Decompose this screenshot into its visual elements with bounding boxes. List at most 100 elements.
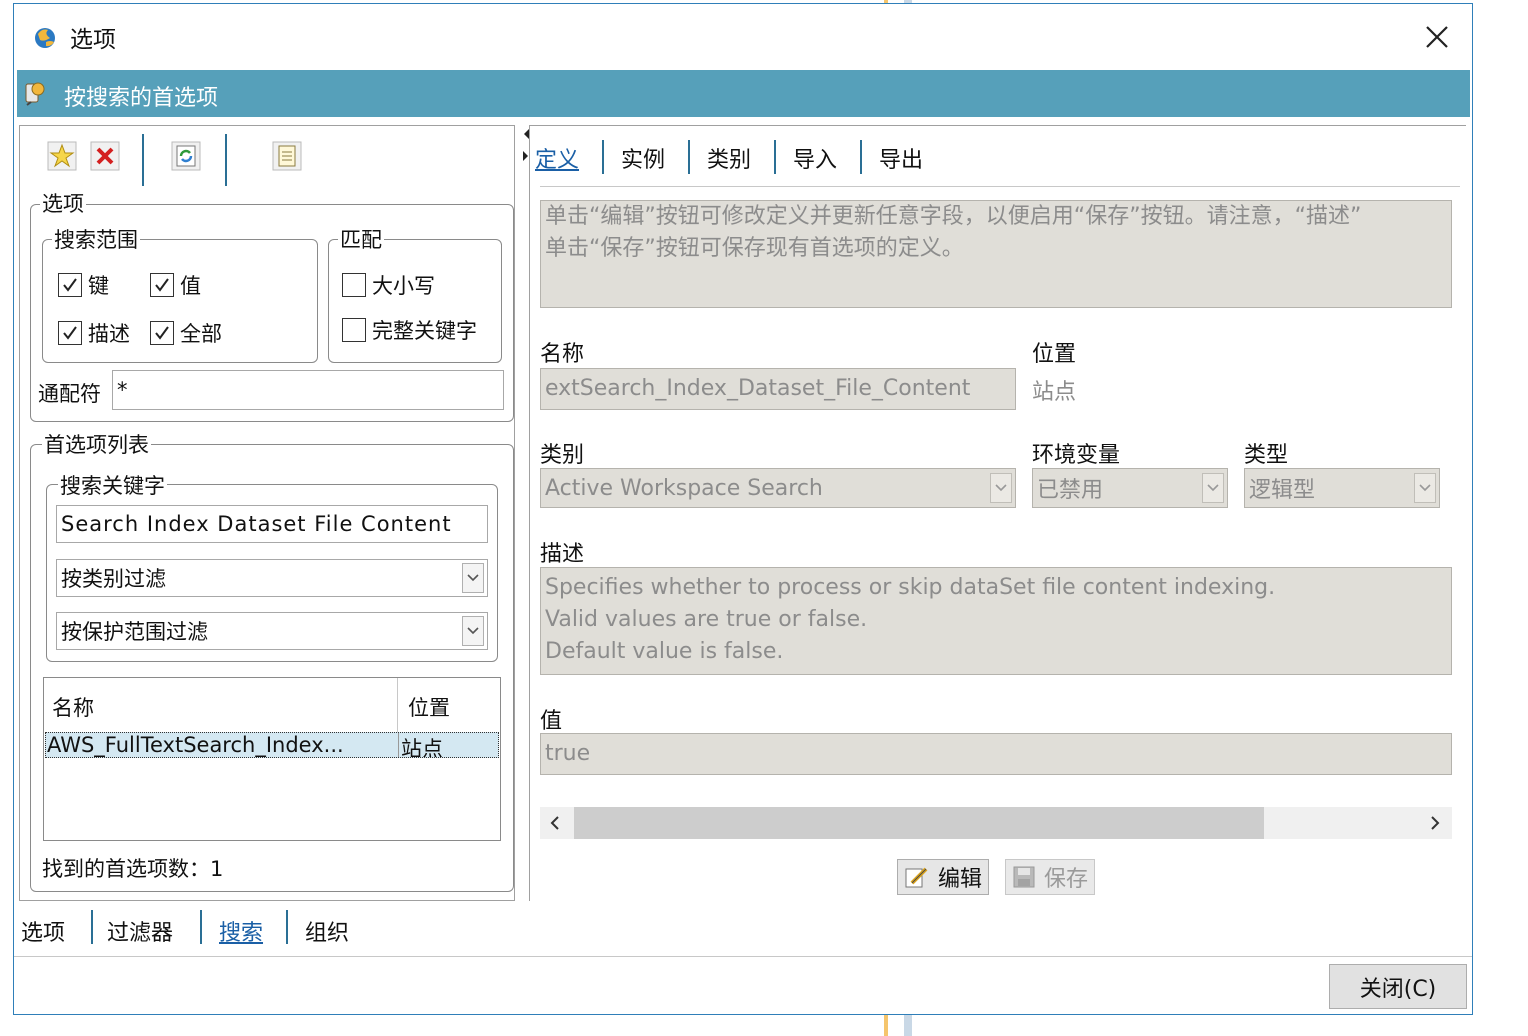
value-field[interactable]: true <box>540 733 1452 775</box>
chevron-down-icon <box>467 574 479 582</box>
scroll-right-icon[interactable] <box>1428 815 1442 831</box>
location-label: 位置 <box>1032 342 1077 367</box>
category-dropdown-button[interactable] <box>990 473 1012 503</box>
edit-button-label: 编辑 <box>938 867 983 892</box>
info-line: 单击“编辑”按钮可修改定义并更新任意字段，以便启用“保存”按钮。请注意，“描述” <box>545 204 1362 229</box>
scroll-left-icon[interactable] <box>548 815 562 831</box>
match-whole-word-checkbox[interactable]: 完整关键字 <box>342 315 477 345</box>
protection-filter-dropdown-button[interactable] <box>462 616 484 646</box>
scope-all-checkbox[interactable]: 全部 <box>150 318 222 348</box>
env-var-label: 环境变量 <box>1032 443 1121 468</box>
env-var-select[interactable]: 已禁用 <box>1032 468 1228 508</box>
protection-filter-select[interactable]: 按保护范围过滤 <box>56 612 488 650</box>
env-var-dropdown-button[interactable] <box>1202 473 1224 503</box>
category-filter-dropdown-button[interactable] <box>462 563 484 593</box>
tab-search[interactable]: 搜索 <box>219 915 263 947</box>
tab-options[interactable]: 选项 <box>21 915 65 947</box>
check-icon <box>63 278 77 292</box>
chevron-down-icon <box>467 627 479 635</box>
scope-all-label: 全部 <box>180 322 222 346</box>
description-line: Valid values are true or false. <box>545 607 868 632</box>
delete-x-icon <box>90 141 120 171</box>
checkbox-box <box>342 318 366 342</box>
wildcard-input[interactable]: * <box>112 370 504 410</box>
env-var-value: 已禁用 <box>1037 478 1104 503</box>
type-label: 类型 <box>1244 443 1289 468</box>
table-row[interactable]: AWS_FullTextSearch_Index... 站点 <box>45 732 499 758</box>
options-group-legend: 选项 <box>40 192 86 216</box>
tab-separator <box>91 910 93 944</box>
tab-filters[interactable]: 过滤器 <box>107 915 173 947</box>
scope-key-checkbox[interactable]: 键 <box>58 270 109 300</box>
name-label: 名称 <box>540 342 585 367</box>
row-location-cell: 站点 <box>398 733 443 757</box>
tab-separator <box>688 140 690 174</box>
new-star-icon <box>47 141 77 171</box>
tab-separator <box>200 910 202 944</box>
chevron-down-icon <box>995 484 1007 492</box>
category-filter-value: 按类别过滤 <box>61 567 166 591</box>
location-value: 站点 <box>1032 380 1077 405</box>
scrollbar-thumb[interactable] <box>574 807 1264 839</box>
column-divider <box>397 678 398 732</box>
refresh-button[interactable] <box>169 140 203 172</box>
checkbox-box <box>58 321 82 345</box>
scope-key-label: 键 <box>88 274 109 298</box>
checkbox-box <box>150 273 174 297</box>
column-header-location[interactable]: 位置 <box>408 692 450 722</box>
category-select[interactable]: Active Workspace Search <box>540 468 1016 508</box>
name-field[interactable]: extSearch_Index_Dataset_File_Content <box>540 368 1016 410</box>
chevron-down-icon <box>1207 484 1219 492</box>
window-title: 选项 <box>70 27 116 53</box>
toolbar-separator <box>142 134 144 186</box>
close-icon[interactable] <box>1414 16 1458 56</box>
save-button[interactable]: 保存 <box>1005 859 1096 895</box>
refresh-icon <box>171 141 201 171</box>
type-dropdown-button[interactable] <box>1414 473 1436 503</box>
edit-button[interactable]: 编辑 <box>897 859 990 895</box>
tab-organization[interactable]: 组织 <box>305 915 349 947</box>
search-scope-legend: 搜索范围 <box>52 228 140 252</box>
toolbar-separator <box>225 134 227 186</box>
header-title: 按搜索的首选项 <box>64 86 219 111</box>
scope-description-checkbox[interactable]: 描述 <box>58 318 130 348</box>
category-filter-select[interactable]: 按类别过滤 <box>56 559 488 597</box>
type-select[interactable]: 逻辑型 <box>1244 468 1440 508</box>
tab-separator <box>602 140 604 174</box>
tab-strip-line <box>540 186 1460 187</box>
right-panel: 定义 实例 类别 导入 导出 单击“编辑”按钮可修改定义并更新任意字段，以便启用… <box>529 125 1466 901</box>
value-label: 值 <box>540 709 563 734</box>
match-case-label: 大小写 <box>372 274 435 298</box>
description-line: Specifies whether to process or skip dat… <box>545 575 1276 600</box>
search-preferences-icon <box>25 82 45 106</box>
category-label: 类别 <box>540 443 585 468</box>
description-field[interactable]: Specifies whether to process or skip dat… <box>540 567 1452 675</box>
category-value: Active Workspace Search <box>545 475 823 501</box>
new-preference-button[interactable] <box>45 140 79 172</box>
column-header-name[interactable]: 名称 <box>52 692 94 722</box>
search-keyword-input[interactable]: Search Index Dataset File Content <box>56 505 488 543</box>
protection-filter-value: 按保护范围过滤 <box>61 620 208 644</box>
tab-category[interactable]: 类别 <box>707 142 751 174</box>
tab-instances[interactable]: 实例 <box>621 142 665 174</box>
match-legend: 匹配 <box>338 228 384 252</box>
tab-definition[interactable]: 定义 <box>535 142 579 174</box>
save-disk-icon <box>1013 866 1035 888</box>
tab-export[interactable]: 导出 <box>879 142 923 174</box>
checkbox-box <box>342 273 366 297</box>
left-panel: 选项 搜索范围 键 值 描述 全部 匹配 大小写 完整关键字 通配符 * 首选项… <box>19 125 515 901</box>
footer-divider <box>14 956 1472 957</box>
chevron-down-icon <box>1419 484 1431 492</box>
header-band: 按搜索的首选项 <box>17 70 1470 117</box>
match-case-checkbox[interactable]: 大小写 <box>342 270 435 300</box>
close-button[interactable]: 关闭(C) <box>1329 964 1467 1009</box>
report-button[interactable] <box>270 140 304 172</box>
horizontal-scrollbar[interactable] <box>540 807 1452 839</box>
options-dialog: 选项 按搜索的首选项 选项 搜索范围 键 值 描述 全部 匹配 大小写 完整关键… <box>13 3 1473 1015</box>
preference-list-legend: 首选项列表 <box>42 433 151 457</box>
delete-preference-button[interactable] <box>88 140 122 172</box>
edit-pencil-icon <box>905 867 928 888</box>
scope-value-checkbox[interactable]: 值 <box>150 270 201 300</box>
tab-import[interactable]: 导入 <box>793 142 837 174</box>
check-icon <box>63 326 77 340</box>
